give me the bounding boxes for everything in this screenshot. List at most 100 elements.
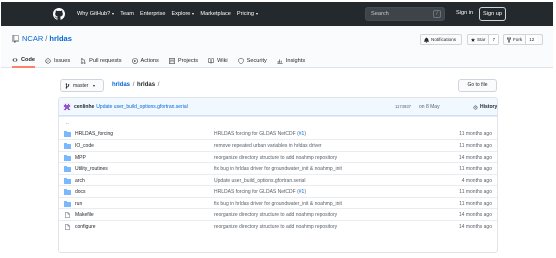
folder-icon bbox=[64, 189, 71, 195]
tab-projects-label: Projects bbox=[177, 58, 199, 64]
file-commit-message-link[interactable]: reorganize directory structure to add no… bbox=[214, 155, 337, 161]
breadcrumb-trailing-separator: / bbox=[157, 82, 160, 88]
file-name-link[interactable]: Utility_routines bbox=[75, 166, 108, 172]
file-name-link[interactable]: Makefile bbox=[75, 212, 94, 218]
file-row[interactable]: configure reorganize directory structure … bbox=[59, 219, 497, 232]
branch-icon bbox=[65, 82, 70, 89]
file-name-link[interactable]: arch bbox=[75, 178, 85, 184]
fork-label: Fork bbox=[513, 37, 523, 42]
tab-issues-label: Issues bbox=[53, 58, 71, 64]
tab-code-label: Code bbox=[21, 57, 35, 63]
go-to-file-button[interactable]: Go to file bbox=[458, 79, 497, 92]
search-input[interactable]: Search / bbox=[365, 7, 445, 21]
commit-date: on 8 May bbox=[419, 104, 440, 110]
repo-separator: / bbox=[45, 34, 48, 43]
file-commit-age: 11 months ago bbox=[459, 200, 492, 207]
file-row[interactable]: IO_code remove repeated urban variables i… bbox=[59, 139, 497, 151]
breadcrumb-repo-link[interactable]: hrldas bbox=[112, 82, 130, 88]
file-commit-message-link[interactable]: remove repeated urban variables in hrlda… bbox=[214, 143, 322, 149]
history-link[interactable]: History bbox=[473, 104, 497, 110]
file-name-link[interactable]: IO_code bbox=[75, 143, 94, 149]
file-name-link[interactable]: HRLDAS_forcing bbox=[75, 131, 113, 137]
nav-explore[interactable]: Explore bbox=[171, 11, 195, 17]
file-row[interactable]: HRLDAS_forcing HRLDAS forcing for GLDAS N… bbox=[59, 128, 497, 140]
repo-tabs: Code Issues Pull requests Actions Projec… bbox=[12, 54, 315, 68]
file-commit-message-link[interactable]: Update user_build_options.gfortran.seria… bbox=[214, 178, 305, 184]
file-row[interactable]: docs HRLDAS forcing for GLDAS NetCDF (#1)… bbox=[59, 185, 497, 197]
notifications-button[interactable]: Notifications bbox=[420, 34, 462, 45]
nav-marketplace[interactable]: Marketplace bbox=[200, 11, 230, 17]
repo-header: NCAR / hrldas Notifications Star 7 Fork … bbox=[1, 26, 553, 68]
file-commit-message-link[interactable]: reorganize directory structure to add no… bbox=[214, 224, 337, 230]
fork-button[interactable]: Fork 12 bbox=[503, 34, 543, 45]
avatar[interactable] bbox=[63, 102, 71, 111]
folder-icon bbox=[64, 130, 71, 137]
chevron-down-icon bbox=[93, 84, 96, 87]
breadcrumb-separator: / bbox=[132, 82, 135, 88]
repo-owner-link[interactable]: NCAR bbox=[22, 34, 43, 43]
star-button[interactable]: Star 7 bbox=[467, 34, 499, 45]
tab-security[interactable]: Security bbox=[238, 54, 267, 68]
folder-icon bbox=[64, 143, 71, 149]
commit-sha-link[interactable]: 1174937 bbox=[395, 104, 411, 109]
fork-count[interactable]: 12 bbox=[525, 35, 538, 44]
file-commit-age: 11 months ago bbox=[459, 143, 492, 149]
file-row[interactable]: run fix bug in hrldas driver for groundwa… bbox=[59, 196, 497, 209]
search-placeholder: Search bbox=[371, 11, 389, 17]
play-icon bbox=[131, 58, 138, 64]
file-row[interactable]: MPP reorganize directory structure to add… bbox=[59, 150, 497, 163]
file-browser: cenlinhe Update user_build_options.gfort… bbox=[58, 97, 498, 253]
nav-why-github[interactable]: Why GitHub? bbox=[77, 11, 115, 17]
tab-insights[interactable]: Insights bbox=[277, 54, 305, 68]
github-logo-icon[interactable] bbox=[53, 8, 65, 20]
file-commit-message-link[interactable]: fix bug in hrldas driver for groundwater… bbox=[214, 201, 342, 207]
file-commit-message-link[interactable]: HRLDAS forcing for GLDAS NetCDF (#1) bbox=[214, 189, 306, 195]
parent-directory-link[interactable]: .. bbox=[66, 120, 69, 126]
commit-message-link[interactable]: Update user_build_options.gfortran.seria… bbox=[96, 104, 187, 110]
tab-pull-requests[interactable]: Pull requests bbox=[80, 54, 122, 68]
nav-enterprise[interactable]: Enterprise bbox=[140, 11, 166, 17]
star-count[interactable]: 7 bbox=[488, 35, 498, 44]
file-name-link[interactable]: run bbox=[75, 201, 82, 207]
file-commit-message-link[interactable]: fix bug in hrldas driver for groundwater… bbox=[214, 166, 342, 172]
folder-icon bbox=[64, 166, 71, 172]
star-label: Star bbox=[477, 37, 486, 42]
book-icon bbox=[208, 58, 214, 64]
file-row[interactable]: Utility_routines fix bug in hrldas driver… bbox=[59, 162, 497, 174]
folder-icon bbox=[64, 177, 71, 184]
breadcrumb: hrldas / hrldas / bbox=[112, 82, 160, 88]
tab-actions-label: Actions bbox=[140, 58, 159, 64]
branch-select-button[interactable]: master bbox=[60, 79, 104, 92]
tab-wiki[interactable]: Wiki bbox=[208, 54, 228, 68]
commit-author-link[interactable]: cenlinhe bbox=[74, 104, 94, 110]
tab-actions[interactable]: Actions bbox=[131, 54, 159, 68]
file-commit-age: 14 months ago bbox=[458, 212, 492, 218]
tab-wiki-label: Wiki bbox=[217, 58, 228, 64]
folder-icon bbox=[64, 154, 71, 161]
tab-code[interactable]: Code bbox=[12, 54, 35, 68]
file-name-link[interactable]: configure bbox=[75, 224, 96, 230]
tab-projects[interactable]: Projects bbox=[168, 54, 199, 68]
file-commit-message-link[interactable]: reorganize directory structure to add no… bbox=[214, 212, 337, 218]
pull-request-icon bbox=[81, 58, 86, 64]
file-commit-age: 14 months ago bbox=[458, 154, 492, 161]
tab-issues[interactable]: Issues bbox=[45, 54, 70, 68]
nav-pricing[interactable]: Pricing bbox=[237, 11, 258, 17]
top-navigation: Why GitHub? Team Enterprise Explore Mark… bbox=[1, 2, 553, 26]
repo-title: NCAR / hrldas bbox=[12, 34, 72, 43]
nav-team[interactable]: Team bbox=[120, 11, 134, 17]
file-row[interactable]: arch Update user_build_options.gfortran.s… bbox=[59, 173, 497, 186]
sign-up-button[interactable]: Sign up bbox=[479, 7, 506, 21]
repo-name-link[interactable]: hrldas bbox=[49, 34, 72, 43]
file-name-link[interactable]: MPP bbox=[75, 155, 86, 161]
file-commit-message-link[interactable]: HRLDAS forcing for GLDAS NetCDF (#1) bbox=[214, 131, 306, 137]
file-row[interactable]: Makefile reorganize directory structure t… bbox=[59, 208, 497, 220]
sign-in-link[interactable]: Sign in bbox=[456, 10, 473, 16]
search-shortcut-key: / bbox=[433, 10, 441, 18]
issue-icon bbox=[45, 58, 51, 64]
file-commit-age: 11 months ago bbox=[459, 189, 492, 195]
parent-directory-row[interactable]: .. bbox=[59, 116, 497, 128]
chevron-down-icon bbox=[256, 13, 258, 15]
file-name-link[interactable]: docs bbox=[75, 189, 86, 195]
branch-name: master bbox=[73, 82, 89, 89]
